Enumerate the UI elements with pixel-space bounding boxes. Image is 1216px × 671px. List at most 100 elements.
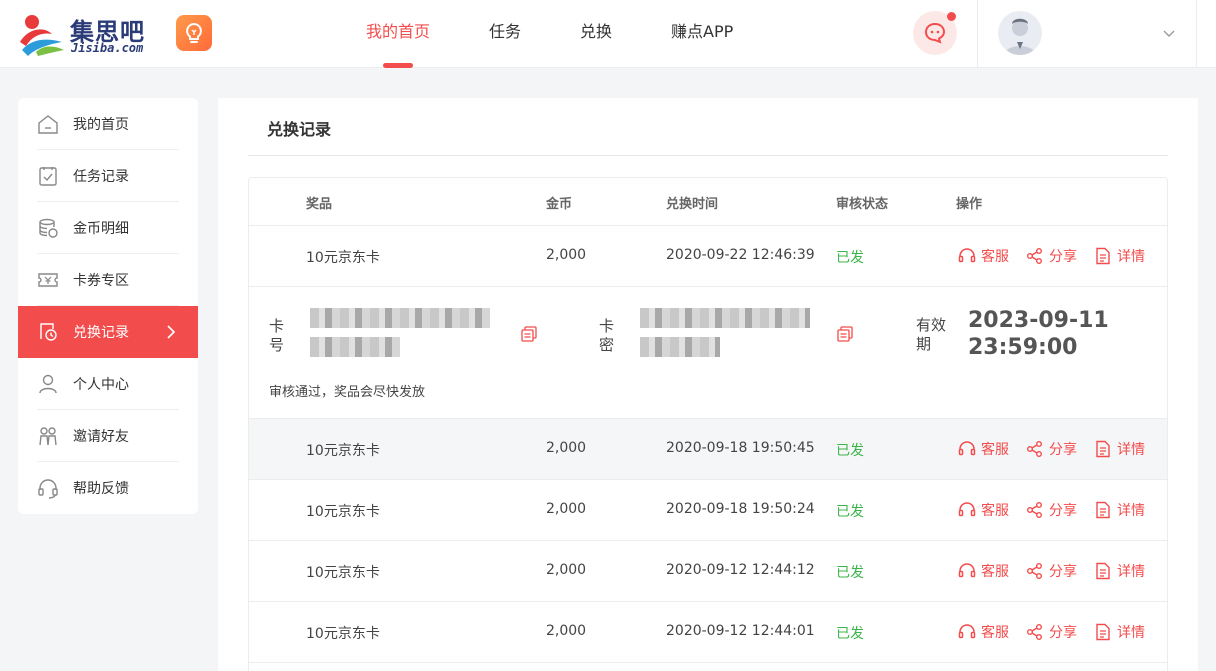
expire-value: 2023-09-11 23:59:00 <box>968 308 1109 360</box>
details-button[interactable]: 详情 <box>1094 500 1145 520</box>
row-actions: 客服 分享 详情 <box>958 561 1162 581</box>
home-icon <box>37 113 59 135</box>
prize-cell: 10元京东卡 <box>306 504 380 520</box>
review-note: 审核通过，奖品会尽快发放 <box>269 385 426 400</box>
coins-cell: 2,000 <box>546 247 587 263</box>
share-button[interactable]: 分享 <box>1026 561 1077 581</box>
share-button[interactable]: 分享 <box>1026 622 1077 642</box>
clipboard-icon <box>37 165 59 187</box>
sidebar-item-exchange-records[interactable]: 兑换记录 <box>18 306 198 358</box>
coins-cell: 2,000 <box>546 440 587 456</box>
row-actions: 客服 分享 详情 <box>958 439 1162 459</box>
headset-icon <box>958 502 976 517</box>
sidebar-item-coin-details[interactable]: 金币明细 <box>18 202 198 254</box>
exchange-records-table: 奖品 金币 兑换时间 审核状态 操作 10元京东卡 2,000 2020-09-… <box>248 177 1168 671</box>
chat-bubble-icon <box>924 22 946 44</box>
header-divider-right <box>1196 0 1197 68</box>
coins-icon <box>37 217 59 239</box>
column-header-prize: 奖品 <box>306 197 333 212</box>
share-icon <box>1027 502 1042 518</box>
document-icon <box>1096 440 1110 458</box>
main-nav: 我的首页 任务 兑换 赚点APP <box>366 0 792 68</box>
column-header-status: 审核状态 <box>836 197 889 212</box>
sidebar-item-profile[interactable]: 个人中心 <box>18 358 198 410</box>
time-cell: 2020-09-12 12:44:12 <box>666 562 815 578</box>
share-icon <box>1027 441 1042 457</box>
document-icon <box>1096 623 1110 641</box>
nav-home[interactable]: 我的首页 <box>366 0 430 68</box>
site-logo[interactable]: 集思吧 Jisiba.com <box>18 10 148 58</box>
message-button[interactable] <box>913 11 957 55</box>
logo-domain: Jisiba.com <box>71 41 144 55</box>
logo-mark-icon <box>20 15 64 56</box>
sidebar-item-coupons[interactable]: 卡券专区 <box>18 254 198 306</box>
time-cell: 2020-09-22 12:46:39 <box>666 247 815 263</box>
prize-cell: 10元京东卡 <box>306 443 380 459</box>
status-badge: 已发 <box>836 443 864 459</box>
row-actions: 客服 分享 详情 <box>958 246 1162 266</box>
nav-tasks[interactable]: 任务 <box>489 0 521 68</box>
status-badge: 已发 <box>836 626 864 642</box>
customer-service-button[interactable]: 客服 <box>958 439 1009 459</box>
copy-icon[interactable] <box>837 326 853 342</box>
nav-earn-app[interactable]: 赚点APP <box>671 0 733 68</box>
sidebar-item-label: 金币明细 <box>73 221 129 237</box>
table-row: 10元京东卡 2,000 2020-09-18 19:50:24 已发 客服 分… <box>249 480 1167 541</box>
headset-icon <box>958 441 976 456</box>
user-avatar-icon <box>1004 18 1036 55</box>
chevron-down-icon[interactable] <box>1162 26 1176 40</box>
sidebar-item-home[interactable]: 我的首页 <box>18 98 198 150</box>
share-button[interactable]: 分享 <box>1026 246 1077 266</box>
top-header: 集思吧 Jisiba.com 我的首页 任务 兑换 赚点APP <box>0 0 1216 68</box>
prize-cell: 10元京东卡 <box>306 626 380 642</box>
unread-dot <box>947 12 956 21</box>
friends-icon <box>37 425 59 447</box>
sidebar-item-label: 兑换记录 <box>73 325 129 341</box>
customer-service-button[interactable]: 客服 <box>958 622 1009 642</box>
time-cell: 2020-09-18 19:50:45 <box>666 440 815 456</box>
app-badge-button[interactable] <box>176 15 212 51</box>
coins-cell: 2,000 <box>546 501 587 517</box>
share-button[interactable]: 分享 <box>1026 500 1077 520</box>
document-icon <box>1096 562 1110 580</box>
customer-service-button[interactable]: 客服 <box>958 561 1009 581</box>
share-icon <box>1027 248 1042 264</box>
customer-service-button[interactable]: 客服 <box>958 500 1009 520</box>
sidebar: 我的首页 任务记录 金币明细 卡券专区 兑换记录 个人中心 邀请好友 帮助反馈 <box>18 98 198 514</box>
headset-icon <box>37 477 59 499</box>
sidebar-item-label: 邀请好友 <box>73 429 129 445</box>
card-password-masked-line2 <box>640 337 720 357</box>
status-badge: 已发 <box>836 250 864 266</box>
row-actions: 客服 分享 详情 <box>958 622 1162 642</box>
sidebar-item-label: 任务记录 <box>73 169 129 185</box>
page-title: 兑换记录 <box>267 120 332 139</box>
sidebar-item-invite[interactable]: 邀请好友 <box>18 410 198 462</box>
column-header-actions: 操作 <box>956 197 983 212</box>
card-number-label: 卡号 <box>269 317 285 354</box>
details-button[interactable]: 详情 <box>1094 561 1145 581</box>
sidebar-item-label: 卡券专区 <box>73 273 129 289</box>
avatar[interactable] <box>998 11 1042 55</box>
details-button[interactable]: 详情 <box>1094 439 1145 459</box>
table-row: 10元京东卡 2,000 2020-09-18 19:50:45 已发 客服 分… <box>249 419 1167 480</box>
coins-cell: 2,000 <box>546 623 587 639</box>
status-badge: 已发 <box>836 504 864 520</box>
table-row: 10元京东卡 2,000 2020-09-22 12:46:39 已发 客服 分… <box>249 226 1167 287</box>
table-header: 奖品 金币 兑换时间 审核状态 操作 <box>249 178 1167 226</box>
copy-icon[interactable] <box>521 326 537 342</box>
column-header-time: 兑换时间 <box>666 197 719 212</box>
sidebar-item-task-records[interactable]: 任务记录 <box>18 150 198 202</box>
lightbulb-icon <box>186 22 202 43</box>
customer-service-button[interactable]: 客服 <box>958 246 1009 266</box>
time-cell: 2020-09-18 19:50:24 <box>666 501 815 517</box>
nav-exchange[interactable]: 兑换 <box>580 0 612 68</box>
document-icon <box>1096 247 1110 265</box>
details-button[interactable]: 详情 <box>1094 622 1145 642</box>
details-button[interactable]: 详情 <box>1094 246 1145 266</box>
prize-cell: 10元京东卡 <box>306 250 380 266</box>
share-button[interactable]: 分享 <box>1026 439 1077 459</box>
user-icon <box>37 373 59 395</box>
share-icon <box>1027 563 1042 579</box>
sidebar-item-help[interactable]: 帮助反馈 <box>18 462 198 514</box>
card-number-masked-line2 <box>310 337 400 357</box>
